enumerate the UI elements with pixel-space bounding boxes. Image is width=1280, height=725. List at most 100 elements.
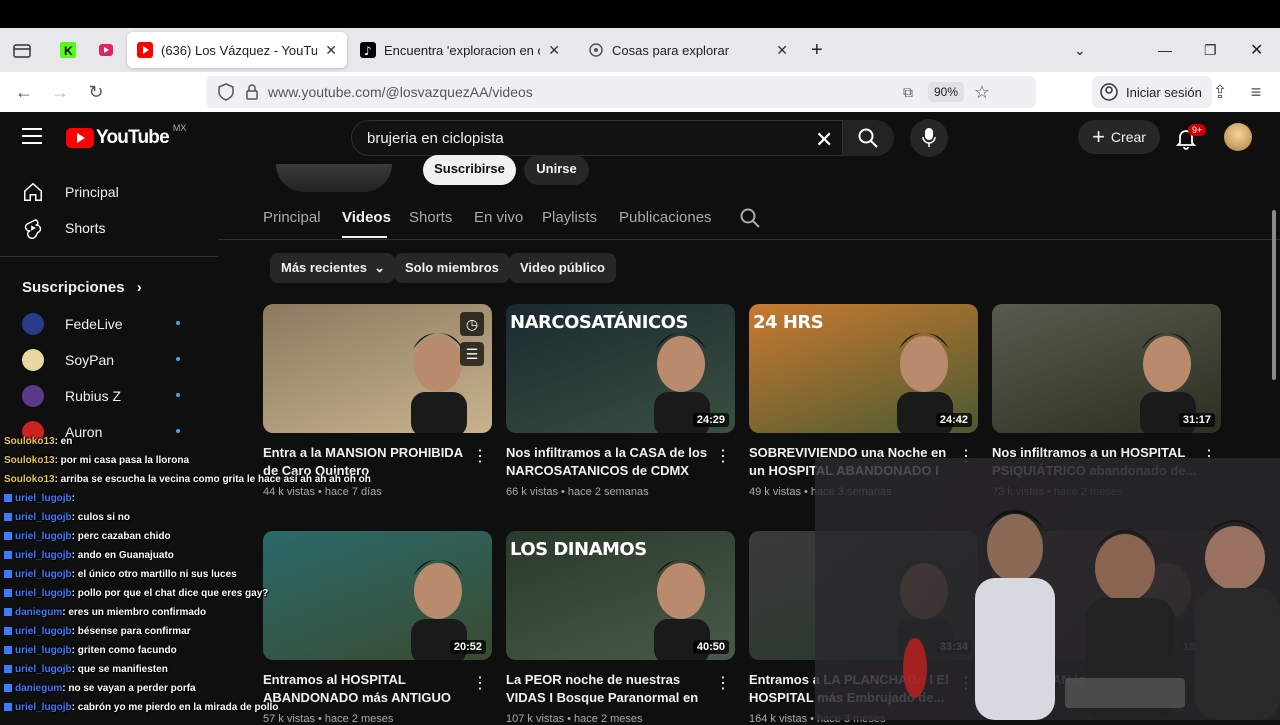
join-button[interactable]: Unirse: [524, 155, 589, 185]
chip-solo-miembros[interactable]: Solo miembros: [394, 253, 510, 283]
forward-button[interactable]: →: [48, 80, 72, 104]
video-duration: 24:29: [692, 413, 729, 427]
search-input[interactable]: brujeria en ciclopista ✕: [351, 120, 871, 156]
video-title[interactable]: Entramos al HOSPITAL ABANDONADO más ANTI…: [263, 671, 468, 707]
kick-pinned-icon[interactable]: K: [56, 38, 80, 62]
tab-explore[interactable]: Cosas para explorar ✕: [578, 32, 798, 68]
tab-label: Cosas para explorar: [612, 42, 730, 58]
subscriptions-title: Suscripciones: [22, 279, 125, 296]
close-icon[interactable]: ✕: [776, 42, 788, 59]
bookmark-star-icon[interactable]: ☆: [970, 80, 994, 104]
tab-playlists[interactable]: Playlists: [542, 209, 597, 226]
video-thumbnail[interactable]: NARCOSATÁNICOS 24:29: [506, 304, 735, 433]
video-card[interactable]: LOS DINAMOS 40:50 La PEOR noche de nuestra…: [506, 531, 735, 725]
chat-username: uriel_lugojb: [15, 493, 72, 504]
video-thumbnail[interactable]: 24 HRS 24:42: [749, 304, 978, 433]
video-meta: 66 k vistas • hace 2 semanas: [506, 486, 649, 498]
microphone-icon: [922, 128, 936, 147]
tab-overview-icon[interactable]: [10, 38, 34, 62]
tab-youtube[interactable]: (636) Los Vázquez - YouTube ✕: [127, 32, 347, 68]
chat-username: uriel_lugojb: [15, 550, 72, 561]
channel-search-icon[interactable]: [740, 208, 760, 228]
video-thumbnail[interactable]: 31:17: [992, 304, 1221, 433]
signin-button[interactable]: Iniciar sesión: [1092, 76, 1212, 108]
tab-publicaciones[interactable]: Publicaciones: [619, 209, 712, 226]
chat-message: uriel_lugojb: cabrón yo me pierdo en la …: [4, 702, 278, 713]
lock-icon[interactable]: [240, 80, 264, 104]
tab-en-vivo[interactable]: En vivo: [474, 209, 523, 226]
add-to-queue-icon[interactable]: ☰: [460, 342, 484, 366]
translate-icon[interactable]: ⧉: [896, 80, 920, 104]
video-duration: 31:17: [1178, 413, 1215, 427]
close-icon[interactable]: ✕: [548, 42, 560, 59]
video-meta: 107 k vistas • hace 2 meses: [506, 713, 643, 725]
video-thumbnail[interactable]: 20:52: [263, 531, 492, 660]
video-duration: 20:52: [449, 640, 486, 654]
video-thumbnail[interactable]: ◷ ☰: [263, 304, 492, 433]
maximize-button[interactable]: ❐: [1204, 28, 1217, 72]
subscribe-button[interactable]: Suscribirse: [423, 155, 516, 185]
menu-icon[interactable]: ≡: [1244, 80, 1268, 104]
chat-username: Souloko13: [4, 474, 55, 485]
zoom-level[interactable]: 90%: [928, 82, 964, 102]
back-button[interactable]: ←: [12, 80, 36, 104]
clear-search-icon[interactable]: ✕: [815, 127, 833, 153]
search-button[interactable]: [842, 120, 894, 156]
channel-avatar[interactable]: [276, 164, 392, 192]
youtube-logo[interactable]: YouTube MX: [66, 123, 186, 149]
close-window-button[interactable]: ✕: [1250, 28, 1263, 72]
hamburger-menu-icon[interactable]: [22, 128, 42, 146]
sidebar-sub-rubius[interactable]: Rubius Z: [0, 378, 218, 414]
chat-username: Souloko13: [4, 455, 55, 466]
sidebar-item-shorts[interactable]: Shorts: [0, 210, 218, 246]
video-card[interactable]: 20:52 Entramos al HOSPITAL ABANDONADO más…: [263, 531, 492, 725]
url-bar[interactable]: www.youtube.com/@losvazquezAA/videos ⧉ 9…: [206, 76, 1036, 108]
create-button[interactable]: + Crear: [1078, 120, 1160, 154]
more-options-icon[interactable]: ⋮: [715, 673, 731, 692]
new-tab-button[interactable]: +: [811, 28, 823, 72]
chat-username: uriel_lugojb: [15, 702, 72, 713]
chat-text: : griten como facundo: [71, 645, 177, 656]
chat-message: daniegum: eres un miembro confirmado: [4, 607, 206, 618]
more-options-icon[interactable]: ⋮: [715, 446, 731, 465]
chip-mas-recientes[interactable]: Más recientes ⌄: [270, 253, 395, 283]
video-title[interactable]: Nos infiltramos a la CASA de los NARCOSA…: [506, 444, 711, 480]
tab-shorts[interactable]: Shorts: [409, 209, 452, 226]
chip-video-publico[interactable]: Video público: [509, 253, 616, 283]
svg-text:♪: ♪: [364, 44, 372, 58]
video-card[interactable]: NARCOSATÁNICOS 24:29 Nos infiltramos a la …: [506, 304, 735, 498]
tab-principal[interactable]: Principal: [263, 209, 321, 226]
video-title[interactable]: La PEOR noche de nuestras VIDAS I Bosque…: [506, 671, 711, 707]
sidebar-item-label: Shorts: [65, 220, 106, 236]
sidebar-divider: [0, 256, 218, 257]
chat-text: : pollo por que el chat dice que eres ga…: [71, 588, 269, 599]
sidebar-sub-fedelive[interactable]: FedeLive: [0, 306, 218, 342]
media-pinned-icon[interactable]: [96, 38, 120, 62]
more-options-icon[interactable]: ⋮: [472, 673, 488, 692]
extensions-icon[interactable]: ⇪: [1208, 80, 1232, 104]
sidebar-item-home[interactable]: Principal: [0, 174, 218, 210]
tab-videos[interactable]: Videos: [342, 209, 391, 226]
minimize-button[interactable]: —: [1158, 28, 1172, 72]
tab-tiktok[interactable]: ♪ Encuentra 'exploracion en ciclo ✕: [350, 32, 570, 68]
voice-search-button[interactable]: [910, 119, 948, 157]
more-options-icon[interactable]: ⋮: [472, 446, 488, 465]
account-avatar[interactable]: [1224, 123, 1252, 151]
tab-label: Encuentra 'exploracion en ciclo: [384, 42, 540, 58]
tab-list-chevron-icon[interactable]: ⌄: [1074, 28, 1086, 72]
chat-username: uriel_lugojb: [15, 645, 72, 656]
subscriptions-heading[interactable]: Suscripciones ›: [22, 279, 142, 296]
sidebar-sub-soypan[interactable]: SoyPan: [0, 342, 218, 378]
chat-text: : eres un miembro confirmado: [62, 607, 207, 618]
watch-later-icon[interactable]: ◷: [460, 312, 484, 336]
notifications-badge: 9+: [1188, 124, 1207, 136]
video-thumbnail[interactable]: LOS DINAMOS 40:50: [506, 531, 735, 660]
reload-button[interactable]: ↻: [84, 80, 108, 104]
chat-username: daniegum: [15, 683, 63, 694]
video-card[interactable]: ◷ ☰ Entra a la MANSION PROHIBIDA de Caro Q…: [263, 304, 492, 498]
chevron-down-icon: ⌄: [374, 260, 385, 275]
thumbnail-overlay-text: 24 HRS: [753, 312, 824, 333]
page-scrollbar[interactable]: [1272, 210, 1276, 380]
shield-icon[interactable]: [214, 80, 238, 104]
close-icon[interactable]: ✕: [325, 42, 337, 59]
